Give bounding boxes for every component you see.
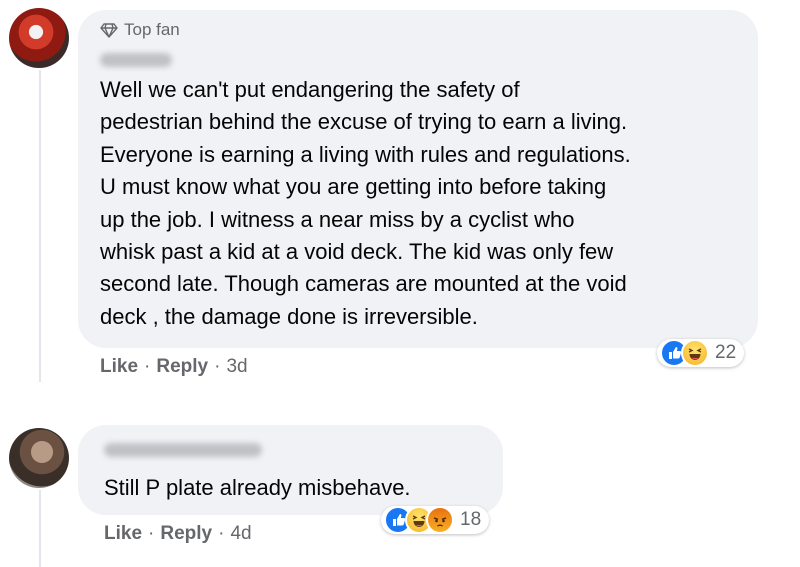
comment-line: U must know what you are getting into be… bbox=[100, 174, 607, 200]
comment-actions: Like · Reply · 4d bbox=[104, 523, 252, 545]
like-button[interactable]: Like bbox=[104, 523, 142, 545]
reply-button[interactable]: Reply bbox=[160, 523, 212, 545]
reactions-summary[interactable]: 22 bbox=[657, 339, 745, 367]
haha-icon bbox=[681, 339, 709, 367]
like-button[interactable]: Like bbox=[100, 356, 138, 378]
separator: · bbox=[148, 523, 155, 544]
reaction-count: 22 bbox=[715, 342, 737, 363]
timestamp[interactable]: 3d bbox=[226, 356, 247, 378]
reaction-count: 18 bbox=[460, 509, 482, 530]
author-name-redacted[interactable] bbox=[100, 53, 172, 67]
comment-line: deck , the damage done is irreversible. bbox=[100, 303, 478, 329]
comment-text: Still P plate already misbehave. bbox=[104, 475, 411, 500]
comment-line: second late. Though cameras are mounted … bbox=[100, 271, 627, 297]
thread-line bbox=[39, 70, 41, 382]
top-fan-badge: Top fan bbox=[100, 20, 180, 40]
separator: · bbox=[214, 356, 221, 377]
comment-line: whisk past a kid at a void deck. The kid… bbox=[100, 239, 614, 265]
avatar[interactable] bbox=[9, 8, 69, 68]
comment-actions: Like · Reply · 3d bbox=[100, 356, 248, 378]
comment-line: up the job. I witness a near miss by a c… bbox=[100, 206, 575, 232]
comment-line: pedestrian behind the excuse of trying t… bbox=[100, 109, 628, 135]
diamond-icon bbox=[100, 23, 118, 38]
reply-button[interactable]: Reply bbox=[156, 356, 208, 378]
reactions-summary[interactable]: 18 bbox=[381, 506, 490, 534]
comment-line: Everyone is earning a living with rules … bbox=[100, 141, 631, 167]
top-fan-label: Top fan bbox=[124, 20, 180, 39]
author-name-redacted[interactable] bbox=[104, 443, 262, 457]
comment-text: Well we can't put endangering the safety… bbox=[100, 74, 750, 333]
avatar[interactable] bbox=[9, 428, 69, 488]
angry-icon bbox=[426, 506, 454, 534]
comment-line: Well we can't put endangering the safety… bbox=[100, 77, 520, 102]
separator: · bbox=[144, 356, 151, 377]
separator: · bbox=[218, 523, 225, 544]
thread-line bbox=[39, 490, 41, 567]
timestamp[interactable]: 4d bbox=[230, 523, 251, 545]
